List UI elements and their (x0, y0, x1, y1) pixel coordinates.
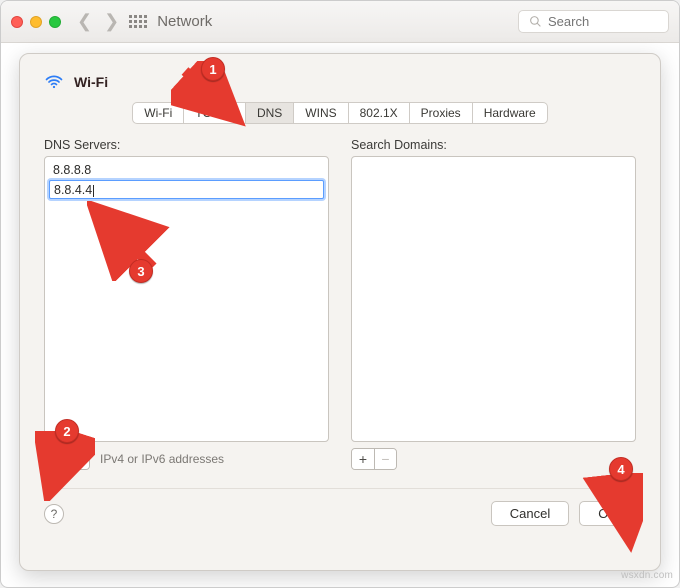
tab-proxies[interactable]: Proxies (410, 102, 473, 124)
window-title: Network (157, 13, 212, 30)
dns-list[interactable]: 8.8.8.8 8.8.4.4 (44, 156, 329, 442)
search-icon (529, 15, 542, 28)
ok-button[interactable]: OK (579, 501, 636, 526)
forward-button[interactable]: ❯ (104, 11, 119, 32)
add-dns-button[interactable]: + (45, 449, 67, 469)
dns-hint: IPv4 or IPv6 addresses (100, 452, 224, 466)
tab-tcpip[interactable]: TCP/IP (184, 102, 246, 124)
traffic-lights (11, 16, 61, 28)
search-input[interactable] (548, 14, 658, 29)
zoom-window-icon[interactable] (49, 16, 61, 28)
tabbar: Wi-Fi TCP/IP DNS WINS 802.1X Proxies Har… (44, 102, 636, 124)
page-title: Wi-Fi (74, 74, 108, 90)
search-domains-label: Search Domains: (351, 138, 636, 152)
minimize-window-icon[interactable] (30, 16, 42, 28)
tab-wifi[interactable]: Wi-Fi (132, 102, 184, 124)
cancel-button[interactable]: Cancel (491, 501, 569, 526)
search-domains-list[interactable] (351, 156, 636, 442)
show-all-icon[interactable] (129, 15, 147, 28)
list-item[interactable]: 8.8.8.8 (45, 161, 328, 180)
wifi-icon (44, 72, 64, 92)
settings-sheet: Wi-Fi Wi-Fi TCP/IP DNS WINS 802.1X Proxi… (19, 53, 661, 571)
tab-dns[interactable]: DNS (246, 102, 294, 124)
remove-dns-button[interactable]: − (67, 449, 89, 469)
tab-8021x[interactable]: 802.1X (349, 102, 410, 124)
window-frame: ❮ ❯ Network Wi-Fi Wi-Fi TCP/IP DNS (0, 0, 680, 588)
add-domain-button[interactable]: + (352, 449, 374, 469)
watermark: wsxdn.com (621, 570, 673, 581)
nav-arrows: ❮ ❯ (77, 11, 119, 32)
search-field[interactable] (518, 10, 669, 33)
tab-wins[interactable]: WINS (294, 102, 348, 124)
dns-label: DNS Servers: (44, 138, 329, 152)
list-item-editing[interactable]: 8.8.4.4 (49, 180, 324, 199)
tab-hardware[interactable]: Hardware (473, 102, 548, 124)
remove-domain-button: − (374, 449, 396, 469)
search-domains-add-remove: + − (351, 448, 397, 470)
back-button[interactable]: ❮ (77, 11, 92, 32)
sheet-footer: ? Cancel OK (44, 488, 636, 526)
dns-add-remove: + − (44, 448, 90, 470)
close-window-icon[interactable] (11, 16, 23, 28)
help-button[interactable]: ? (44, 504, 64, 524)
toolbar: ❮ ❯ Network (1, 1, 679, 43)
